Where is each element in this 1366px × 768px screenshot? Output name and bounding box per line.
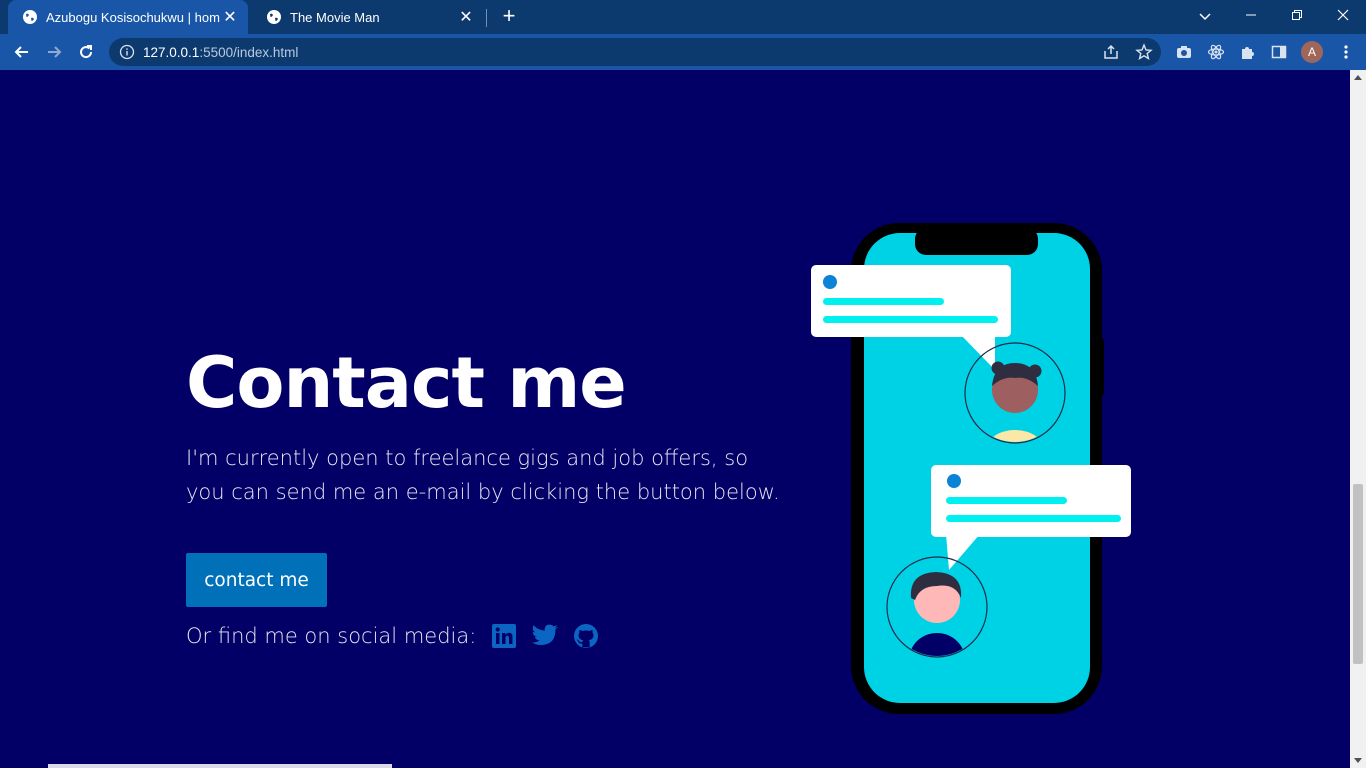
info-icon[interactable] — [119, 44, 135, 60]
browser-tab-strip: Azubogu Kosisochukwu | home ✕ The Movie … — [0, 0, 1366, 34]
star-icon — [1135, 43, 1153, 60]
close-icon — [1337, 9, 1349, 21]
back-button[interactable] — [11, 41, 33, 63]
contact-section: Contact me I'm currently open to freelan… — [0, 70, 1350, 768]
linkedin-icon[interactable] — [490, 622, 518, 650]
horizontal-divider — [48, 764, 392, 768]
camera-icon — [1177, 46, 1191, 58]
react-icon — [1207, 44, 1225, 60]
more-vertical-icon — [1344, 45, 1348, 59]
globe-icon — [267, 10, 281, 24]
address-bar[interactable]: 127.0.0.1:5500/index.html — [109, 38, 1161, 66]
chevron-down-icon[interactable] — [1194, 5, 1216, 27]
contact-description: I'm currently open to freelance gigs and… — [186, 446, 780, 504]
github-icon[interactable] — [572, 622, 600, 650]
tab-separator — [486, 9, 487, 27]
reload-button[interactable] — [75, 41, 97, 63]
restore-icon — [1292, 10, 1302, 20]
globe-icon — [23, 10, 37, 24]
tab-title: The Movie Man — [290, 9, 380, 25]
scroll-down-icon[interactable] — [1354, 758, 1362, 763]
minimize-button[interactable] — [1228, 0, 1274, 30]
browser-toolbar: 127.0.0.1:5500/index.html A — [0, 34, 1366, 70]
page-title: Contact me — [186, 342, 627, 424]
profile-avatar[interactable]: A — [1301, 41, 1323, 63]
tab-home[interactable]: Azubogu Kosisochukwu | home ✕ — [8, 0, 248, 34]
social-media-label: Or find me on social media: — [186, 624, 477, 648]
extensions-button[interactable] — [1237, 41, 1259, 63]
react-devtools-button[interactable] — [1205, 41, 1227, 63]
arrow-right-icon — [48, 46, 62, 58]
puzzle-icon — [1242, 47, 1254, 59]
tab-movie-man[interactable]: The Movie Man ✕ — [252, 0, 484, 34]
screenshot-extension-button[interactable] — [1173, 41, 1195, 63]
page-scrollbar[interactable] — [1350, 70, 1366, 768]
window-close-button[interactable] — [1320, 0, 1366, 30]
url-host: 127.0.0.1 — [143, 44, 200, 60]
side-panel-button[interactable] — [1268, 41, 1290, 63]
share-icon — [1104, 44, 1118, 59]
reload-icon — [80, 45, 93, 59]
scrollbar-thumb[interactable] — [1353, 484, 1363, 664]
close-icon[interactable]: ✕ — [220, 7, 240, 27]
bookmark-button[interactable] — [1133, 41, 1155, 63]
contact-me-button[interactable]: contact me — [186, 553, 327, 607]
close-icon[interactable]: ✕ — [456, 7, 476, 27]
restore-button[interactable] — [1274, 0, 1320, 30]
twitter-icon[interactable] — [531, 622, 559, 650]
profile-initial: A — [1307, 45, 1316, 59]
side-panel-icon — [1271, 45, 1287, 59]
social-media-row: Or find me on social media: — [186, 620, 613, 652]
arrow-left-icon — [14, 46, 28, 58]
browser-menu-button[interactable] — [1335, 41, 1357, 63]
url-path: :5500/index.html — [199, 44, 299, 60]
tab-title: Azubogu Kosisochukwu | home — [46, 9, 220, 25]
phone-chat-illustration — [811, 223, 1131, 714]
minimize-icon — [1246, 14, 1256, 16]
scroll-up-icon[interactable] — [1354, 75, 1362, 80]
forward-button[interactable] — [43, 41, 65, 63]
new-tab-button[interactable]: + — [497, 5, 521, 29]
share-button[interactable] — [1100, 41, 1122, 63]
